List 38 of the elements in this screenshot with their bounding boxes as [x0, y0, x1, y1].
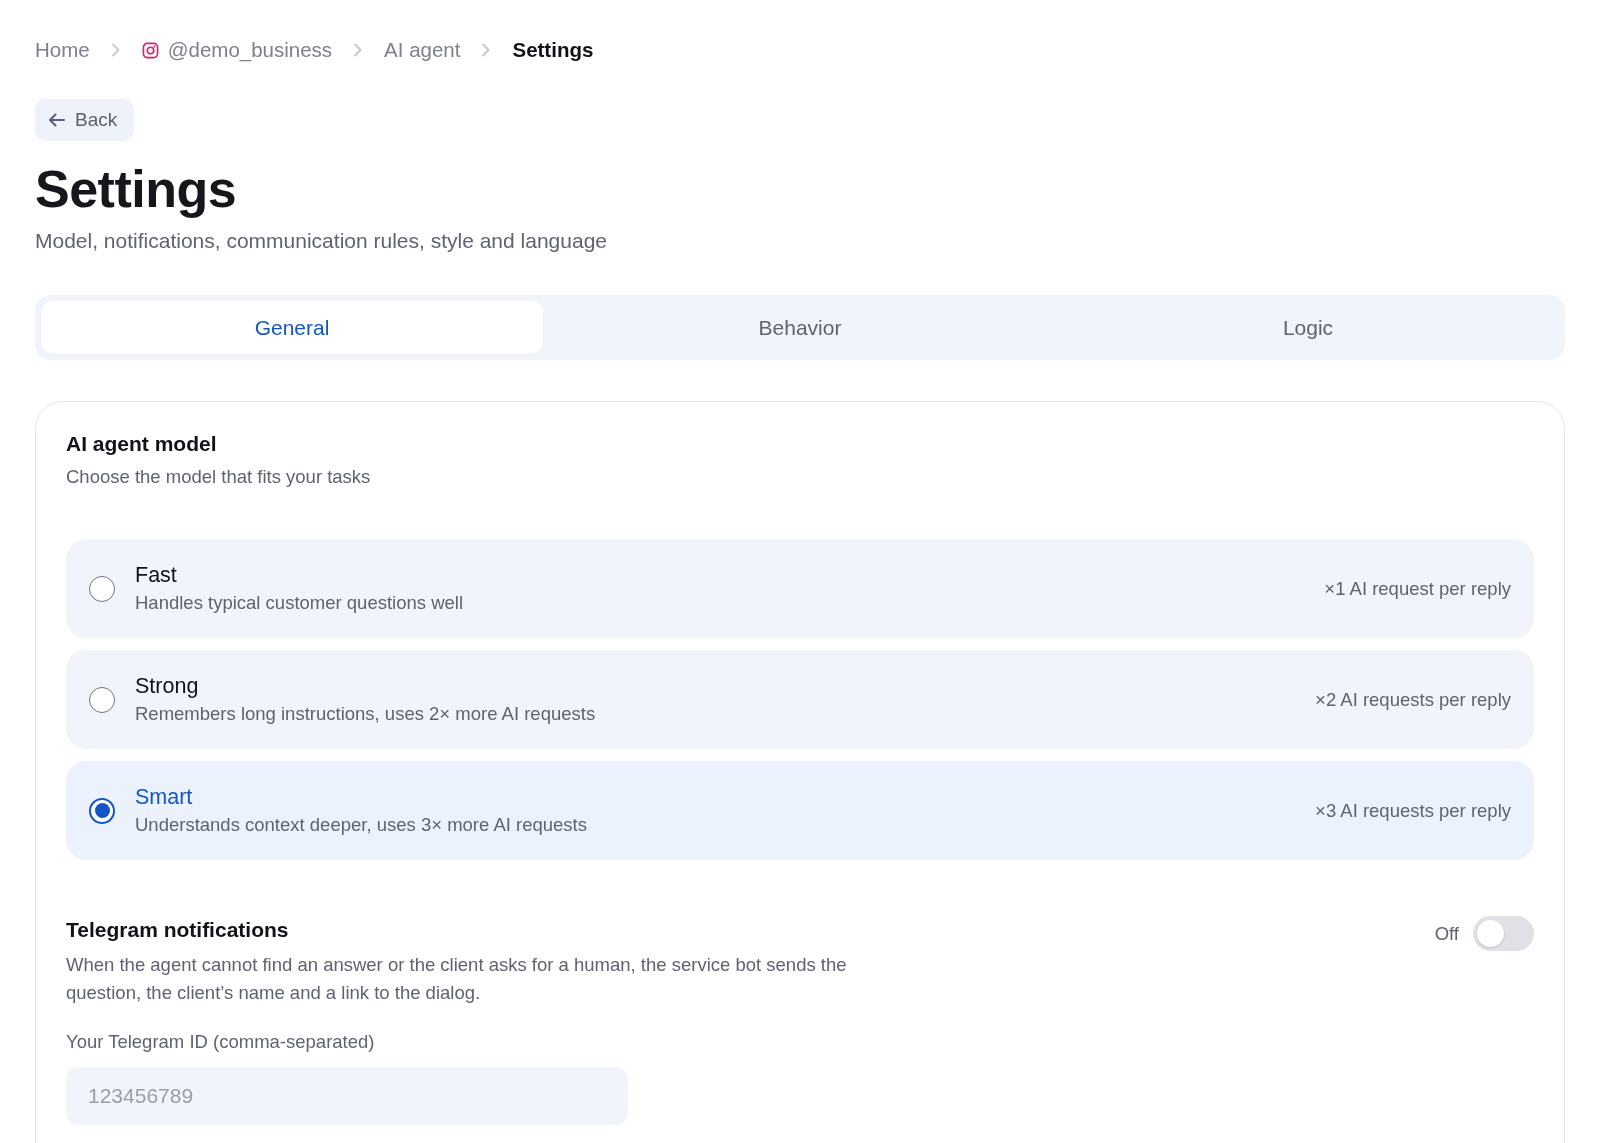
radio-unselected-icon[interactable] [89, 575, 115, 602]
radio-unselected-icon[interactable] [89, 686, 115, 713]
section-title: AI agent model [66, 431, 218, 457]
breadcrumb-current: Settings [512, 37, 594, 63]
section-title: Telegram notifications [66, 917, 289, 943]
arrow-left-icon [48, 113, 65, 127]
model-option-card[interactable]: Smart Understands context deeper, uses 3× more AI requests ×3 AI requests per reply [66, 761, 1534, 860]
option-description: Understands context deeper, uses 3× more AI requests [135, 813, 587, 837]
option-description: Handles typical customer questions well [135, 591, 463, 615]
option-name: Fast [135, 562, 177, 589]
option-cost: ×1 AI request per reply [1324, 576, 1511, 601]
chevron-right-icon [481, 43, 492, 57]
chevron-right-icon [110, 43, 121, 57]
option-cost: ×2 AI requests per reply [1315, 687, 1511, 712]
toggle-switch[interactable] [1473, 916, 1534, 951]
tab[interactable]: Logic [1057, 301, 1559, 354]
toggle-state-label: Off [1434, 921, 1459, 946]
option-description: Remembers long instructions, uses 2× more AI requests [135, 702, 596, 726]
back-button[interactable]: Back [35, 99, 135, 141]
tab[interactable]: Behavior [549, 301, 1051, 354]
page-title: Settings [35, 159, 238, 220]
chevron-right-icon [353, 43, 364, 57]
model-option-card[interactable]: Strong Remembers long instructions, uses 2× more AI requests ×2 AI requests per reply [66, 650, 1534, 749]
input-field[interactable]: 123456789 [66, 1067, 628, 1125]
breadcrumb-link[interactable]: Home [35, 36, 90, 64]
option-name: Smart [135, 784, 193, 811]
field-label: Your Telegram ID (comma-separated) [66, 1030, 376, 1054]
model-option-card[interactable]: Fast Handles typical customer questions well ×1 AI request per reply [66, 539, 1534, 638]
section-description: Choose the model that fits your tasks [66, 465, 372, 489]
camera-icon [141, 41, 159, 59]
page-subtitle: Model, notifications, communication rules, style and language [35, 228, 608, 254]
tab[interactable]: General [41, 301, 543, 354]
radio-selected-icon[interactable] [89, 797, 115, 824]
breadcrumb-link[interactable]: @demo_business [167, 36, 333, 64]
breadcrumb-link[interactable]: AI agent [384, 36, 461, 64]
option-name: Strong [135, 673, 199, 700]
section-description: When the agent cannot find an answer or the client asks for a human, the service bot sends the question, the client’s name and a link to the dialog. [66, 953, 848, 1005]
option-cost: ×3 AI requests per reply [1315, 798, 1511, 823]
